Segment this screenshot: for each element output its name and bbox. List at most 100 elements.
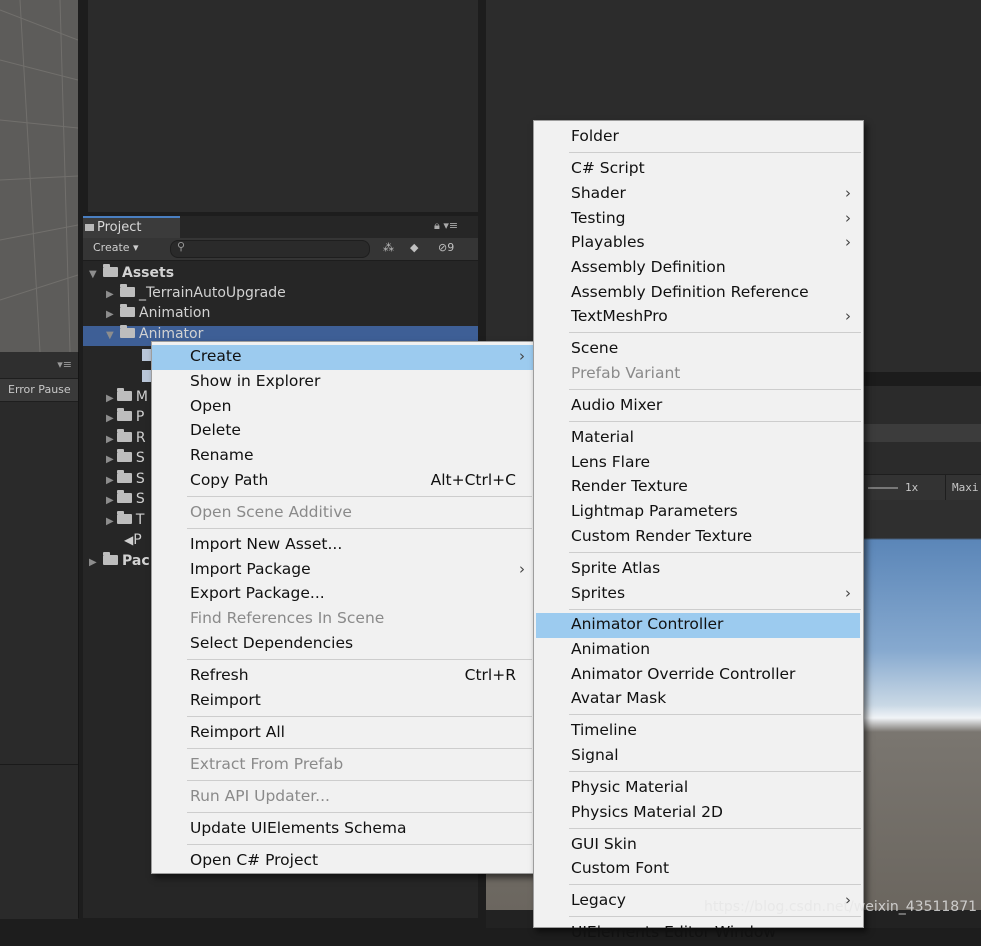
menu-item-reimport[interactable]: Reimport bbox=[152, 689, 534, 714]
expand-arrow-icon[interactable]: ▶ bbox=[106, 289, 120, 300]
menu-item-label: Lens Flare bbox=[571, 453, 651, 471]
panel-menu-icon[interactable]: ▾≡ bbox=[57, 358, 72, 371]
menu-item-label: Open C# Project bbox=[190, 851, 319, 869]
menu-item-testing[interactable]: Testing › bbox=[534, 207, 863, 232]
lock-icon[interactable]: 🔒︎ ▾≡ bbox=[434, 219, 458, 233]
menu-item-copy-path[interactable]: Copy Path Alt+Ctrl+C bbox=[152, 469, 534, 494]
filter-by-type-icon[interactable]: ⁂ bbox=[383, 241, 394, 254]
menu-item-csharp-script[interactable]: C# Script bbox=[534, 157, 863, 182]
menu-item-label: Reimport All bbox=[190, 723, 285, 741]
tree-item[interactable]: ▶ T bbox=[106, 511, 144, 532]
expand-arrow-icon[interactable]: ▼ bbox=[106, 330, 120, 341]
tree-item-assets[interactable]: ▼ Assets bbox=[89, 264, 174, 285]
menu-item-shader[interactable]: Shader › bbox=[534, 182, 863, 207]
menu-separator bbox=[187, 748, 532, 749]
tree-item[interactable]: ▶ P bbox=[106, 408, 144, 429]
tree-item-packages[interactable]: ▶ Pac bbox=[89, 552, 150, 573]
hidden-packages-icon[interactable]: ⊘9 bbox=[438, 241, 454, 254]
tree-item-label: Animator bbox=[139, 326, 204, 342]
tree-item-label: _TerrainAutoUpgrade bbox=[139, 285, 286, 301]
menu-item-rename[interactable]: Rename bbox=[152, 444, 534, 469]
menu-item-label: Animation bbox=[571, 640, 651, 658]
menu-item-textmeshpro[interactable]: TextMeshPro › bbox=[534, 305, 863, 330]
menu-separator bbox=[569, 828, 861, 829]
menu-item-animator-controller[interactable]: Animator Controller bbox=[536, 613, 860, 638]
menu-item-show-in-explorer[interactable]: Show in Explorer bbox=[152, 370, 534, 395]
menu-item-open-csharp-project[interactable]: Open C# Project bbox=[152, 849, 534, 874]
watermark: https://blog.csdn.net/weixin_43511871 bbox=[704, 899, 978, 915]
tab-project[interactable]: Project bbox=[83, 216, 180, 238]
menu-item-import-new-asset[interactable]: Import New Asset... bbox=[152, 533, 534, 558]
menu-item-timeline[interactable]: Timeline bbox=[534, 719, 863, 744]
scene-view[interactable] bbox=[0, 0, 78, 352]
menu-item-render-texture[interactable]: Render Texture bbox=[534, 475, 863, 500]
tree-item-label: M bbox=[135, 389, 148, 405]
menu-item-delete[interactable]: Delete bbox=[152, 419, 534, 444]
folder-icon bbox=[120, 325, 135, 338]
menu-item-label: Sprite Atlas bbox=[571, 559, 661, 577]
menu-item-refresh[interactable]: Refresh Ctrl+R bbox=[152, 664, 534, 689]
tree-item-terrain-auto-upgrade[interactable]: ▶ _TerrainAutoUpgrade bbox=[106, 284, 286, 305]
error-pause-button[interactable]: Error Pause bbox=[0, 378, 78, 402]
folder-icon bbox=[116, 408, 132, 421]
tree-item[interactable]: ▶ S bbox=[106, 449, 145, 470]
create-dropdown[interactable]: Create ▾ bbox=[93, 241, 139, 254]
menu-item-create[interactable]: Create › bbox=[152, 345, 534, 370]
menu-item-physic-material[interactable]: Physic Material bbox=[534, 776, 863, 801]
menu-separator bbox=[569, 552, 861, 553]
folder-icon bbox=[120, 284, 135, 297]
menu-item-label: Physic Material bbox=[571, 778, 689, 796]
menu-item-open[interactable]: Open bbox=[152, 395, 534, 420]
menu-item-label: Open bbox=[190, 397, 232, 415]
menu-item-folder[interactable]: Folder bbox=[534, 125, 863, 150]
menu-item-physics-material-2d[interactable]: Physics Material 2D bbox=[534, 801, 863, 826]
menu-item-label: Avatar Mask bbox=[571, 689, 667, 707]
menu-item-reimport-all[interactable]: Reimport All bbox=[152, 721, 534, 746]
menu-item-export-package[interactable]: Export Package... bbox=[152, 582, 534, 607]
tree-item-label: P bbox=[133, 532, 142, 548]
tree-item[interactable]: ▶ S bbox=[106, 490, 145, 511]
menu-item-update-uielements-schema[interactable]: Update UIElements Schema bbox=[152, 817, 534, 842]
menu-item-audio-mixer[interactable]: Audio Mixer bbox=[534, 394, 863, 419]
menu-item-custom-font[interactable]: Custom Font bbox=[534, 857, 863, 882]
expand-arrow-icon[interactable]: ▶ bbox=[89, 557, 103, 568]
menu-item-assembly-definition-reference[interactable]: Assembly Definition Reference bbox=[534, 281, 863, 306]
menu-item-lightmap-parameters[interactable]: Lightmap Parameters bbox=[534, 500, 863, 525]
menu-item-select-dependencies[interactable]: Select Dependencies bbox=[152, 632, 534, 657]
menu-item-playables[interactable]: Playables › bbox=[534, 231, 863, 256]
menu-item-gui-skin[interactable]: GUI Skin bbox=[534, 833, 863, 858]
expand-arrow-icon[interactable]: ▶ bbox=[106, 309, 120, 320]
menu-item-animator-override-controller[interactable]: Animator Override Controller bbox=[534, 663, 863, 688]
menu-item-label: Audio Mixer bbox=[571, 396, 663, 414]
tree-item[interactable]: ▶ M bbox=[106, 388, 148, 409]
menu-item-custom-render-texture[interactable]: Custom Render Texture bbox=[534, 525, 863, 550]
maximize-on-play-button[interactable]: Maxi bbox=[952, 481, 979, 494]
menu-item-prefab-variant: Prefab Variant bbox=[534, 362, 863, 387]
scale-slider[interactable] bbox=[868, 487, 898, 489]
menu-item-sprite-atlas[interactable]: Sprite Atlas bbox=[534, 557, 863, 582]
expand-arrow-icon[interactable]: ▼ bbox=[89, 269, 103, 280]
search-input[interactable]: ⚲ bbox=[170, 240, 370, 258]
menu-separator bbox=[569, 884, 861, 885]
tree-item-label: Pac bbox=[122, 553, 150, 569]
menu-item-material[interactable]: Material bbox=[534, 426, 863, 451]
menu-item-sprites[interactable]: Sprites › bbox=[534, 582, 863, 607]
menu-separator bbox=[569, 152, 861, 153]
menu-item-signal[interactable]: Signal bbox=[534, 744, 863, 769]
menu-item-label: Create bbox=[190, 347, 242, 365]
menu-item-label: Animator Controller bbox=[571, 615, 724, 633]
menu-item-assembly-definition[interactable]: Assembly Definition bbox=[534, 256, 863, 281]
tree-item[interactable]: ▶ S bbox=[106, 470, 145, 491]
menu-item-label: Extract From Prefab bbox=[190, 755, 344, 773]
menu-item-scene[interactable]: Scene bbox=[534, 337, 863, 362]
menu-item-uielements-editor-window[interactable]: UIElements Editor Window bbox=[534, 921, 863, 946]
tree-item[interactable]: ▶ R bbox=[106, 429, 146, 450]
menu-item-animation[interactable]: Animation bbox=[534, 638, 863, 663]
menu-item-lens-flare[interactable]: Lens Flare bbox=[534, 451, 863, 476]
menu-item-avatar-mask[interactable]: Avatar Mask bbox=[534, 687, 863, 712]
filter-by-label-icon[interactable]: ◆ bbox=[410, 241, 418, 254]
menu-item-label: Rename bbox=[190, 446, 254, 464]
tree-item-unity-scene[interactable]: ◀P bbox=[124, 532, 142, 552]
tree-item-animation[interactable]: ▶ Animation bbox=[106, 304, 210, 325]
menu-item-import-package[interactable]: Import Package › bbox=[152, 558, 534, 583]
